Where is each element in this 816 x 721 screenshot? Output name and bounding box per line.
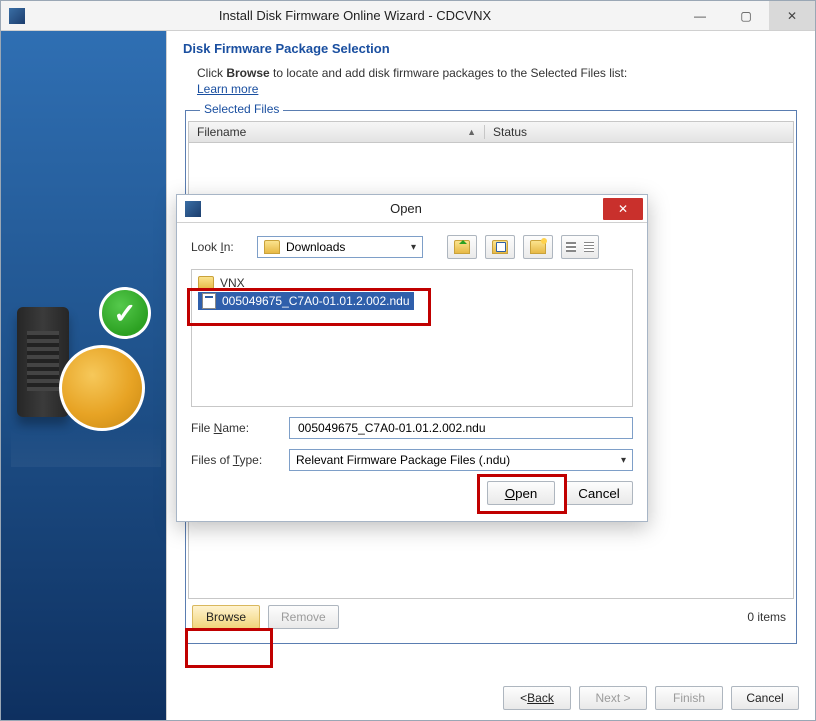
files-of-type-label: Files of Type: <box>191 453 279 467</box>
file-icon <box>202 293 216 309</box>
group-footer: Browse Remove 0 items <box>192 605 788 629</box>
reflection <box>11 427 161 467</box>
items-count: 0 items <box>747 610 786 624</box>
group-label: Selected Files <box>200 102 283 116</box>
browse-button[interactable]: Browse <box>192 605 260 629</box>
minimize-button[interactable]: — <box>677 1 723 30</box>
wizard-buttons: < Back Next > Finish Cancel <box>503 686 799 710</box>
back-button[interactable]: < Back <box>503 686 571 710</box>
file-name-input[interactable] <box>296 420 626 436</box>
cancel-button[interactable]: Cancel <box>731 686 799 710</box>
dialog-close-button[interactable]: ✕ <box>603 198 643 220</box>
intro-bold-word: Browse <box>226 66 269 80</box>
up-one-level-button[interactable] <box>447 235 477 259</box>
dialog-cancel-button[interactable]: Cancel <box>565 481 633 505</box>
look-in-select[interactable]: Downloads ▾ <box>257 236 423 258</box>
folder-icon <box>198 276 214 290</box>
window-title: Install Disk Firmware Online Wizard - CD… <box>33 8 677 23</box>
column-status[interactable]: Status <box>485 125 793 139</box>
finish-button: Finish <box>655 686 723 710</box>
dialog-body: Look In: Downloads ▾ <box>177 223 647 515</box>
column-filename-label: Filename <box>197 125 246 139</box>
table-header: Filename ▲ Status <box>188 121 794 143</box>
column-filename[interactable]: Filename ▲ <box>189 125 485 139</box>
file-row-selected[interactable]: 005049675_C7A0-01.01.2.002.ndu <box>198 292 414 310</box>
titlebar: Install Disk Firmware Online Wizard - CD… <box>1 1 815 31</box>
home-folder-icon <box>492 240 508 254</box>
orange-circle-icon <box>59 345 145 431</box>
back-label: Back <box>527 691 554 705</box>
open-dialog: Open ✕ Look In: Downloads ▾ <box>176 194 648 522</box>
app-icon <box>9 8 25 24</box>
close-button[interactable]: ✕ <box>769 1 815 30</box>
chevron-down-icon: ▾ <box>411 242 416 253</box>
up-folder-icon <box>454 240 470 254</box>
next-button: Next > <box>579 686 647 710</box>
file-label: 005049675_C7A0-01.01.2.002.ndu <box>222 294 410 308</box>
left-decorative-pane: ✓ <box>1 31 167 720</box>
file-name-input-wrap <box>289 417 633 439</box>
file-list[interactable]: VNX 005049675_C7A0-01.01.2.002.ndu <box>191 269 633 407</box>
intro-suffix: to locate and add disk firmware packages… <box>270 66 628 80</box>
remove-button: Remove <box>268 605 339 629</box>
new-folder-icon <box>530 240 546 254</box>
next-label: Next > <box>595 691 630 705</box>
open-button[interactable]: Open <box>487 481 555 505</box>
details-view-icon <box>580 236 598 258</box>
checkmark-icon: ✓ <box>99 287 151 339</box>
column-status-label: Status <box>493 125 527 139</box>
intro-text: Click Browse to locate and add disk firm… <box>197 66 799 80</box>
files-of-type-select[interactable]: Relevant Firmware Package Files (.ndu) ▾ <box>289 449 633 471</box>
dialog-icon <box>185 201 201 217</box>
learn-more-link[interactable]: Learn more <box>197 82 258 96</box>
folder-label: VNX <box>220 276 245 290</box>
dialog-titlebar: Open ✕ <box>177 195 647 223</box>
intro-prefix: Click <box>197 66 226 80</box>
dialog-title: Open <box>209 201 603 216</box>
list-view-icon <box>562 236 580 258</box>
folder-icon <box>264 240 280 254</box>
new-folder-button[interactable] <box>523 235 553 259</box>
page-title: Disk Firmware Package Selection <box>183 41 799 56</box>
left-art: ✓ <box>11 287 157 457</box>
window-buttons: — ▢ ✕ <box>677 1 815 30</box>
maximize-button[interactable]: ▢ <box>723 1 769 30</box>
look-in-label: Look In: <box>191 240 249 254</box>
files-of-type-value: Relevant Firmware Package Files (.ndu) <box>296 453 510 467</box>
view-toggle[interactable] <box>561 235 599 259</box>
folder-row[interactable]: VNX <box>198 274 626 292</box>
open-label: Open <box>505 486 538 501</box>
finish-label: Finish <box>673 691 705 705</box>
main-window: Install Disk Firmware Online Wizard - CD… <box>0 0 816 721</box>
sort-asc-icon: ▲ <box>467 127 476 137</box>
chevron-down-icon: ▾ <box>621 455 626 466</box>
file-name-label: File Name: <box>191 421 279 435</box>
home-button[interactable] <box>485 235 515 259</box>
look-in-value: Downloads <box>286 240 345 254</box>
